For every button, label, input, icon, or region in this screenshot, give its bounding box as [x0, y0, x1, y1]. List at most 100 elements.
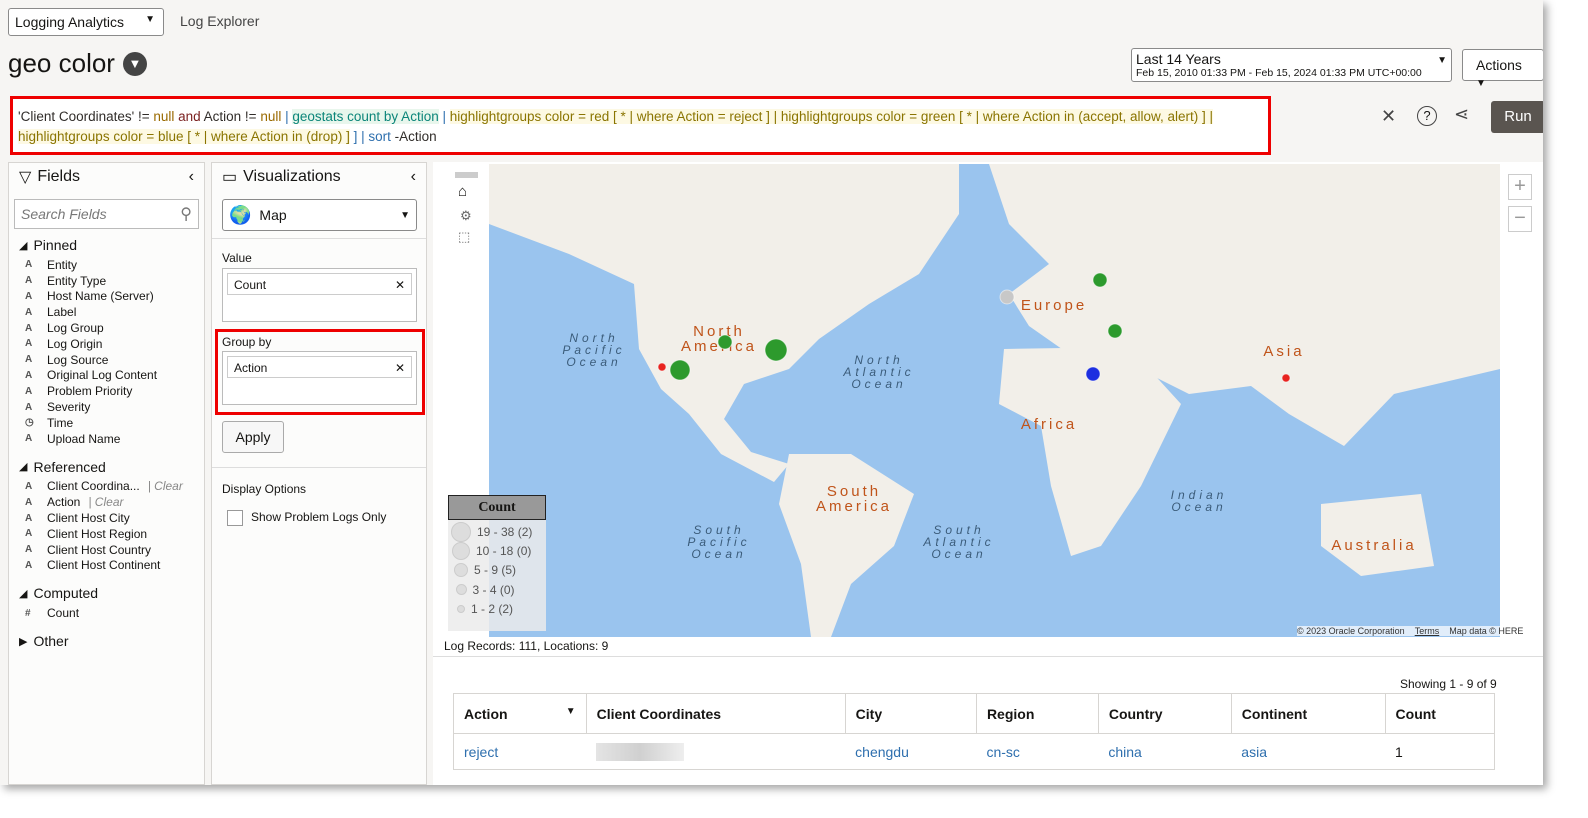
field-item[interactable]: A Log Source — [9, 352, 204, 368]
legend-item: 5 - 9 (5) — [451, 561, 546, 580]
section-pinned[interactable]: ◢ Pinned — [9, 237, 204, 253]
column-header[interactable]: Continent — [1231, 693, 1386, 734]
search-fields-input[interactable]: Search Fields ⚲ — [14, 199, 199, 229]
legend-label: 5 - 9 (5) — [474, 563, 517, 578]
map-label-as: Asia — [1263, 343, 1304, 360]
app-selector[interactable]: Logging Analytics ▼ — [8, 8, 164, 36]
map-marker-red[interactable] — [657, 362, 667, 372]
map-marker-green[interactable] — [1107, 323, 1123, 339]
column-header[interactable]: Country — [1098, 693, 1232, 734]
field-name: Count — [47, 606, 80, 621]
map-marker-green[interactable] — [669, 359, 691, 381]
field-item[interactable]: A Entity Type — [9, 273, 204, 289]
field-item[interactable]: A Severity — [9, 399, 204, 415]
remove-icon[interactable]: ✕ — [395, 361, 405, 375]
section-referenced[interactable]: ◢ Referenced — [9, 459, 204, 475]
sort-desc-icon[interactable]: ▼ — [566, 706, 576, 717]
apply-button[interactable]: Apply — [222, 421, 284, 453]
section-label: Computed — [33, 585, 99, 602]
field-item[interactable]: A Log Origin — [9, 336, 204, 352]
map-marker-green[interactable] — [1092, 272, 1108, 288]
legend-label: 10 - 18 (0) — [476, 543, 532, 558]
field-item[interactable]: A Client Host Country — [9, 542, 204, 558]
value-chip: Count ✕ — [227, 273, 412, 295]
zoom-out-button[interactable]: − — [1508, 206, 1532, 232]
column-header[interactable]: Client Coordinates — [586, 693, 846, 734]
field-type-icon: A — [25, 480, 33, 492]
viz-type-select[interactable]: 🌍 Map ▼ — [222, 199, 417, 231]
clear-link[interactable]: | Clear — [88, 495, 123, 509]
groupby-drop-zone[interactable]: Action ✕ — [222, 351, 417, 405]
divider — [433, 656, 1543, 657]
groupby-label: Group by — [222, 335, 272, 349]
column-header[interactable]: Count — [1385, 693, 1496, 734]
field-item[interactable]: A Label — [9, 304, 204, 320]
cell-city[interactable]: chengdu — [845, 734, 976, 770]
field-item[interactable]: A Host Name (Server) — [9, 289, 204, 305]
legend-circle — [452, 541, 470, 560]
drag-handle[interactable] — [455, 172, 478, 178]
field-name: Client Host Country — [47, 542, 152, 557]
field-item[interactable]: A Client Host Continent — [9, 558, 204, 574]
remove-icon[interactable]: ✕ — [395, 278, 405, 292]
chevron-down-icon: ▼ — [400, 209, 410, 221]
cell-continent[interactable]: asia — [1231, 734, 1385, 770]
query-input[interactable]: 'Client Coordinates' != null and Action … — [10, 96, 1271, 155]
q: | — [438, 109, 450, 124]
column-header[interactable]: City — [845, 693, 977, 734]
settings-icon[interactable]: ⚙ — [460, 208, 472, 224]
field-item[interactable]: A Problem Priority — [9, 383, 204, 399]
map-marker-gray[interactable] — [999, 289, 1015, 305]
map-marker-green[interactable] — [764, 338, 788, 362]
actions-button[interactable]: Actions ▼ — [1462, 49, 1543, 89]
search-icon: ⚲ — [180, 206, 192, 223]
run-button[interactable]: Run — [1491, 101, 1543, 133]
filter-icon[interactable]: ▼ — [122, 51, 147, 76]
terms-link[interactable]: Terms — [1415, 626, 1440, 636]
field-item[interactable]: # Count — [9, 605, 204, 621]
column-header[interactable]: Region — [976, 693, 1099, 734]
field-name: Client Host City — [47, 511, 130, 526]
legend-circle — [455, 584, 467, 596]
column-header[interactable]: Action ▼ — [453, 693, 587, 734]
field-item[interactable]: A Log Group — [9, 320, 204, 336]
zoom-in-button[interactable]: + — [1508, 174, 1532, 200]
map-marker-red[interactable] — [1281, 373, 1291, 383]
time-range-label: Last 14 Years — [1136, 51, 1221, 67]
cell-country[interactable]: china — [1098, 734, 1231, 770]
field-item[interactable]: A Original Log Content — [9, 368, 204, 384]
time-range-picker[interactable]: Last 14 Years Feb 15, 2010 01:33 PM - Feb… — [1131, 48, 1452, 82]
field-item[interactable]: A Upload Name — [9, 431, 204, 447]
section-other[interactable]: ▶ Other — [9, 633, 204, 649]
map-marker-green[interactable] — [717, 334, 733, 350]
value-drop-zone[interactable]: Count ✕ — [222, 268, 417, 322]
field-item[interactable]: A Entity — [9, 257, 204, 273]
field-item[interactable]: A Client Host City — [9, 510, 204, 526]
problem-logs-checkbox[interactable] — [227, 510, 243, 526]
map-marker-blue[interactable] — [1085, 366, 1101, 382]
clear-link[interactable]: | Clear — [148, 479, 183, 493]
zoom-select-icon[interactable]: ⬚ — [458, 229, 470, 245]
map-canvas[interactable]: NorthAmericaSouthAmericaEuropeAfricaAsia… — [489, 164, 1500, 637]
field-name: Time — [47, 415, 74, 430]
cell-region[interactable]: cn-sc — [976, 734, 1098, 770]
field-item[interactable]: ◷ Time — [9, 415, 204, 431]
share-icon[interactable]: ⋖ — [1454, 104, 1469, 125]
home-icon[interactable]: ⌂ — [458, 183, 467, 200]
field-item[interactable]: A Action | Clear — [9, 494, 204, 510]
field-item[interactable]: A Client Host Region — [9, 526, 204, 542]
help-icon[interactable]: ? — [1417, 106, 1437, 126]
cell-action[interactable]: reject — [454, 734, 587, 770]
expand-icon: ◢ — [19, 461, 28, 474]
breadcrumb[interactable]: Log Explorer — [180, 13, 259, 29]
collapse-icon[interactable]: ‹ — [189, 168, 194, 186]
cell-count: 1 — [1395, 743, 1403, 760]
clear-query-icon[interactable]: ✕ — [1381, 106, 1396, 127]
section-computed[interactable]: ◢ Computed — [9, 585, 204, 601]
cell-coordinates — [586, 734, 845, 770]
field-item[interactable]: A Client Coordina... | Clear — [9, 479, 204, 495]
legend-label: 3 - 4 (0) — [472, 582, 515, 597]
q: ] | — [349, 129, 369, 144]
field-type-icon: A — [25, 401, 33, 413]
collapse-icon[interactable]: ‹ — [411, 168, 416, 186]
